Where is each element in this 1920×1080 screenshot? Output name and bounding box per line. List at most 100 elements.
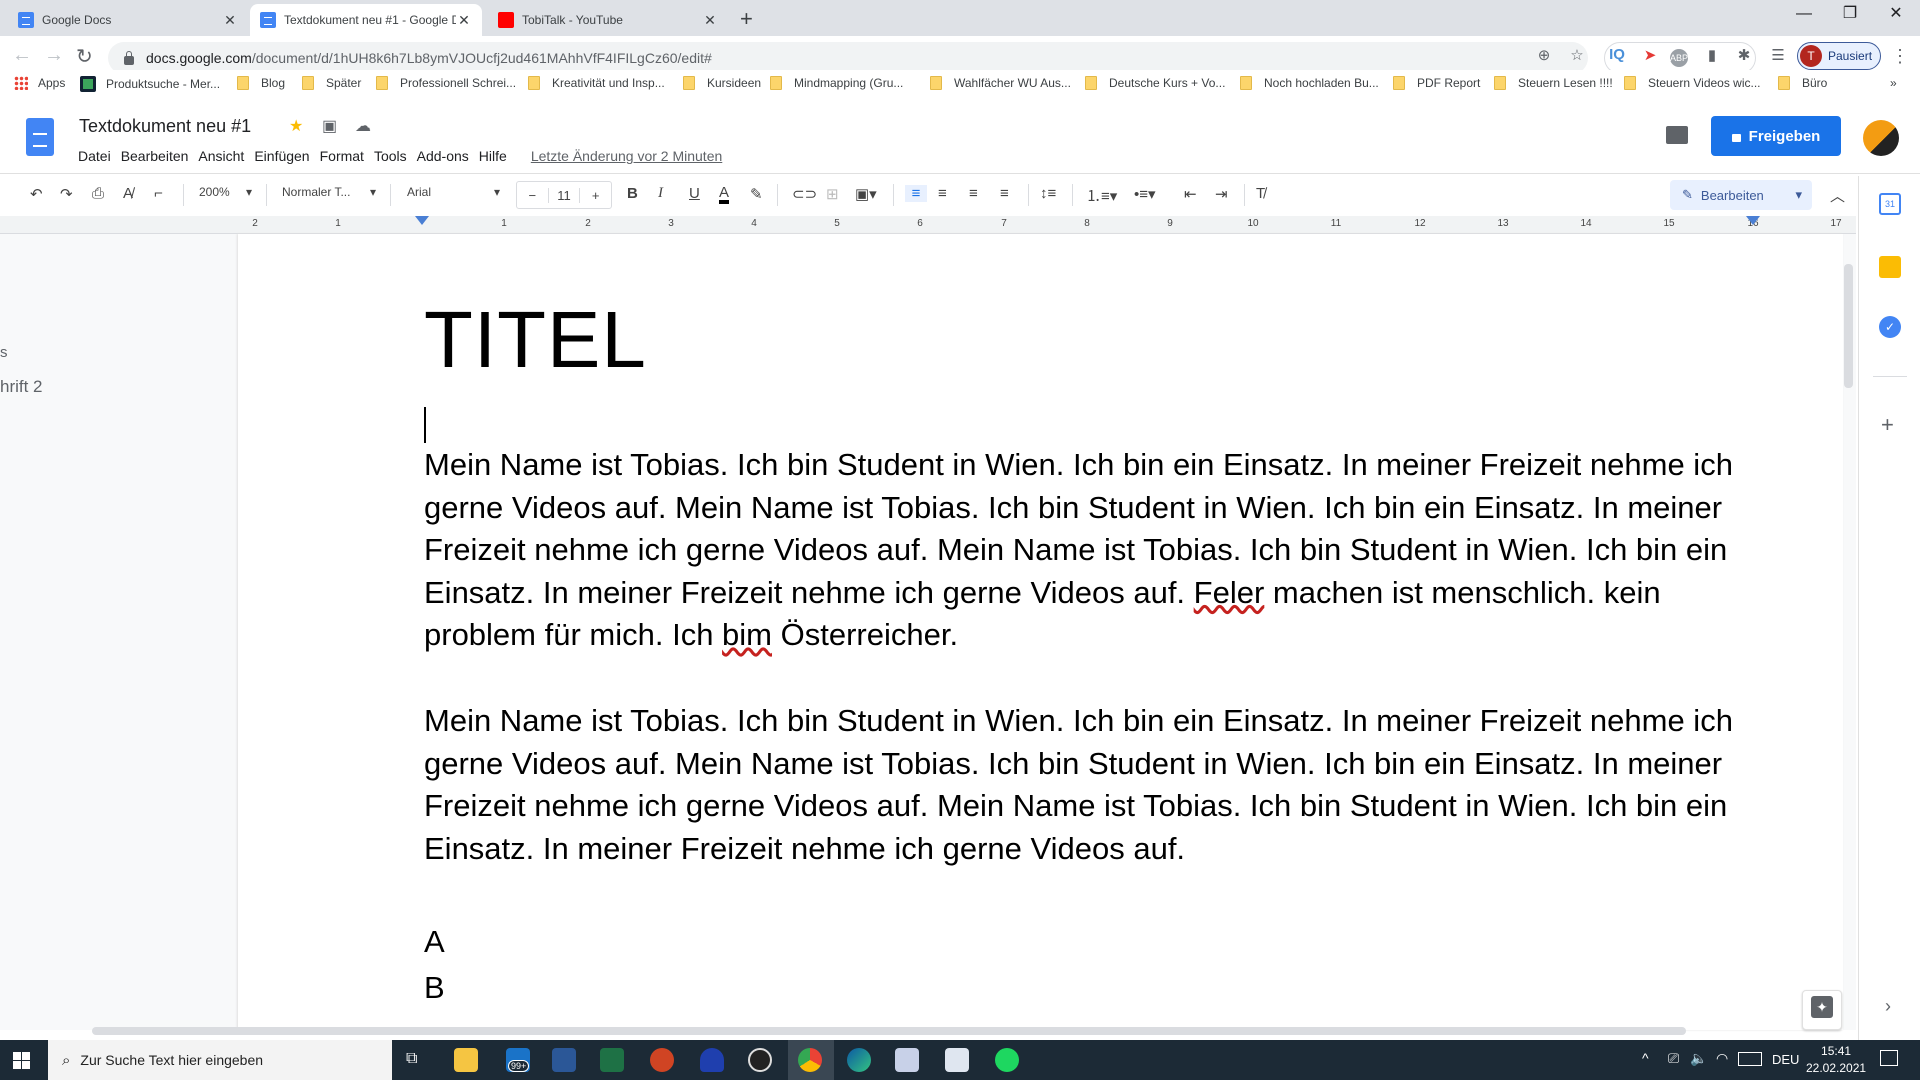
- collapse-menus-icon[interactable]: ︿: [1830, 185, 1845, 206]
- paint-icon[interactable]: [895, 1048, 919, 1072]
- adblock-icon[interactable]: ABP: [1670, 49, 1688, 67]
- document-title-input[interactable]: Textdokument neu #1: [79, 116, 251, 137]
- bookmark-item[interactable]: Blog: [237, 76, 285, 90]
- bookmark-item[interactable]: Produktsuche - Mer...: [80, 76, 220, 92]
- file-explorer-icon[interactable]: [454, 1048, 478, 1072]
- align-center-icon[interactable]: ≡: [938, 185, 947, 202]
- tray-expand-icon[interactable]: ^: [1642, 1050, 1649, 1066]
- calendar-icon[interactable]: 31: [1879, 193, 1901, 215]
- taskbar-search-box[interactable]: ⌕ Zur Suche Text hier eingeben: [48, 1040, 392, 1080]
- close-icon[interactable]: ✕: [456, 12, 472, 29]
- outline-heading[interactable]: s: [0, 344, 43, 361]
- menu-hilfe[interactable]: Hilfe: [479, 148, 507, 164]
- undo-icon[interactable]: ↶: [30, 185, 43, 203]
- notepad-icon[interactable]: [945, 1048, 969, 1072]
- text-color-button[interactable]: A: [719, 185, 730, 204]
- bookmark-item[interactable]: Kreativität und Insp...: [528, 76, 665, 90]
- bookmark-item[interactable]: Deutsche Kurs + Vo...: [1085, 76, 1225, 90]
- bookmark-item[interactable]: Steuern Lesen !!!!: [1494, 76, 1613, 90]
- print-icon[interactable]: ⎙: [92, 185, 104, 202]
- spotify-icon[interactable]: [995, 1048, 1019, 1072]
- keep-icon[interactable]: [1879, 256, 1901, 278]
- iq-extension-icon[interactable]: IQ: [1605, 46, 1629, 63]
- reload-icon[interactable]: ↻: [76, 44, 93, 69]
- bookmark-item[interactable]: Steuern Videos wic...: [1624, 76, 1761, 90]
- powerpoint-icon[interactable]: [650, 1048, 674, 1072]
- line-spacing-icon[interactable]: ↕≡: [1040, 185, 1056, 202]
- puzzle-icon[interactable]: ✱: [1732, 46, 1756, 64]
- misspelled-word[interactable]: bim: [722, 617, 772, 652]
- obs-icon[interactable]: [748, 1048, 772, 1072]
- redo-icon[interactable]: ↷: [60, 185, 73, 203]
- menu-einfuegen[interactable]: Einfügen: [254, 148, 309, 164]
- justify-icon[interactable]: ≡: [1000, 185, 1009, 202]
- bookmark-item[interactable]: PDF Report: [1393, 76, 1480, 90]
- back-icon[interactable]: ←: [12, 44, 32, 67]
- media-control-icon[interactable]: ☰: [1766, 46, 1790, 64]
- menu-format[interactable]: Format: [320, 148, 364, 164]
- vertical-scrollbar[interactable]: [1844, 264, 1853, 388]
- tab-google-docs[interactable]: Google Docs ✕: [8, 4, 248, 36]
- align-left-icon[interactable]: ≡: [905, 185, 927, 202]
- tasks-icon[interactable]: ✓: [1879, 316, 1901, 338]
- bookmark-item[interactable]: Noch hochladen Bu...: [1240, 76, 1379, 90]
- minimize-button[interactable]: —: [1781, 0, 1827, 30]
- link-icon[interactable]: ⊂⊃: [792, 185, 817, 203]
- camera-icon[interactable]: ⎚: [1668, 1050, 1679, 1067]
- outline-heading[interactable]: hrift 2: [0, 377, 43, 397]
- menu-tools[interactable]: Tools: [374, 148, 407, 164]
- spellcheck-icon[interactable]: A̸: [123, 185, 133, 202]
- excel-icon[interactable]: [600, 1048, 624, 1072]
- edge-icon[interactable]: [847, 1048, 871, 1072]
- numbered-list-icon[interactable]: ⒈≡▾: [1086, 185, 1117, 206]
- editing-mode-select[interactable]: ✎ Bearbeiten ▾: [1670, 180, 1812, 210]
- left-indent-marker[interactable]: [415, 216, 429, 225]
- insert-image-icon[interactable]: ▣▾: [855, 185, 877, 203]
- font-select[interactable]: Arial: [407, 185, 431, 199]
- chrome-icon[interactable]: [798, 1048, 822, 1072]
- profile-button[interactable]: T Pausiert: [1797, 42, 1881, 70]
- add-comment-icon[interactable]: ⊞: [826, 185, 839, 203]
- tab-youtube[interactable]: TobiTalk - YouTube ✕: [488, 4, 728, 36]
- new-tab-button[interactable]: +: [740, 6, 753, 32]
- account-avatar[interactable]: [1863, 120, 1899, 156]
- zoom-icon[interactable]: ⊕: [1532, 46, 1556, 64]
- bookmark-apps[interactable]: Apps: [14, 76, 65, 90]
- menu-bearbeiten[interactable]: Bearbeiten: [121, 148, 189, 164]
- highlight-icon[interactable]: ✎: [750, 185, 763, 203]
- forward-icon[interactable]: →: [44, 44, 64, 67]
- font-size-input[interactable]: 11: [547, 187, 581, 203]
- wifi-icon[interactable]: ◠: [1716, 1050, 1728, 1067]
- bookmark-item[interactable]: Professionell Schrei...: [376, 76, 516, 90]
- app-icon[interactable]: [700, 1048, 724, 1072]
- horizontal-scrollbar[interactable]: [92, 1027, 1686, 1035]
- bookmark-item[interactable]: Wahlfächer WU Aus...: [930, 76, 1071, 90]
- explore-button[interactable]: [1802, 990, 1842, 1030]
- clear-formatting-icon[interactable]: T̸: [1256, 185, 1265, 202]
- tab-textdokument[interactable]: Textdokument neu #1 - Google D ✕: [250, 4, 482, 36]
- restore-button[interactable]: ❐: [1827, 0, 1873, 30]
- star-icon[interactable]: ★: [289, 116, 303, 136]
- bookmark-item[interactable]: Büro: [1778, 76, 1827, 90]
- bookmark-item[interactable]: Später: [302, 76, 361, 90]
- decrease-indent-icon[interactable]: ⇤: [1184, 185, 1197, 203]
- signal-extension-icon[interactable]: ▮: [1700, 46, 1724, 64]
- share-button[interactable]: Freigeben: [1711, 116, 1841, 156]
- increase-indent-icon[interactable]: ⇥: [1215, 185, 1228, 203]
- bookmark-item[interactable]: Kursideen: [683, 76, 761, 90]
- star-icon[interactable]: ☆: [1565, 46, 1589, 64]
- last-edit-link[interactable]: Letzte Änderung vor 2 Minuten: [531, 148, 722, 164]
- word-icon[interactable]: [552, 1048, 576, 1072]
- bulleted-list-icon[interactable]: •≡▾: [1134, 185, 1156, 203]
- language-indicator[interactable]: DEU: [1772, 1052, 1799, 1067]
- menu-datei[interactable]: Datei: [78, 148, 111, 164]
- style-select[interactable]: Normaler T...: [282, 185, 350, 199]
- add-addon-icon[interactable]: +: [1881, 412, 1894, 438]
- close-icon[interactable]: ✕: [702, 12, 718, 29]
- italic-button[interactable]: I: [658, 185, 663, 202]
- move-folder-icon[interactable]: ▣: [322, 116, 337, 136]
- volume-icon[interactable]: 🔈: [1690, 1050, 1707, 1067]
- keyboard-icon[interactable]: [1738, 1052, 1762, 1066]
- menu-addons[interactable]: Add-ons: [417, 148, 469, 164]
- right-indent-marker[interactable]: [1746, 216, 1760, 225]
